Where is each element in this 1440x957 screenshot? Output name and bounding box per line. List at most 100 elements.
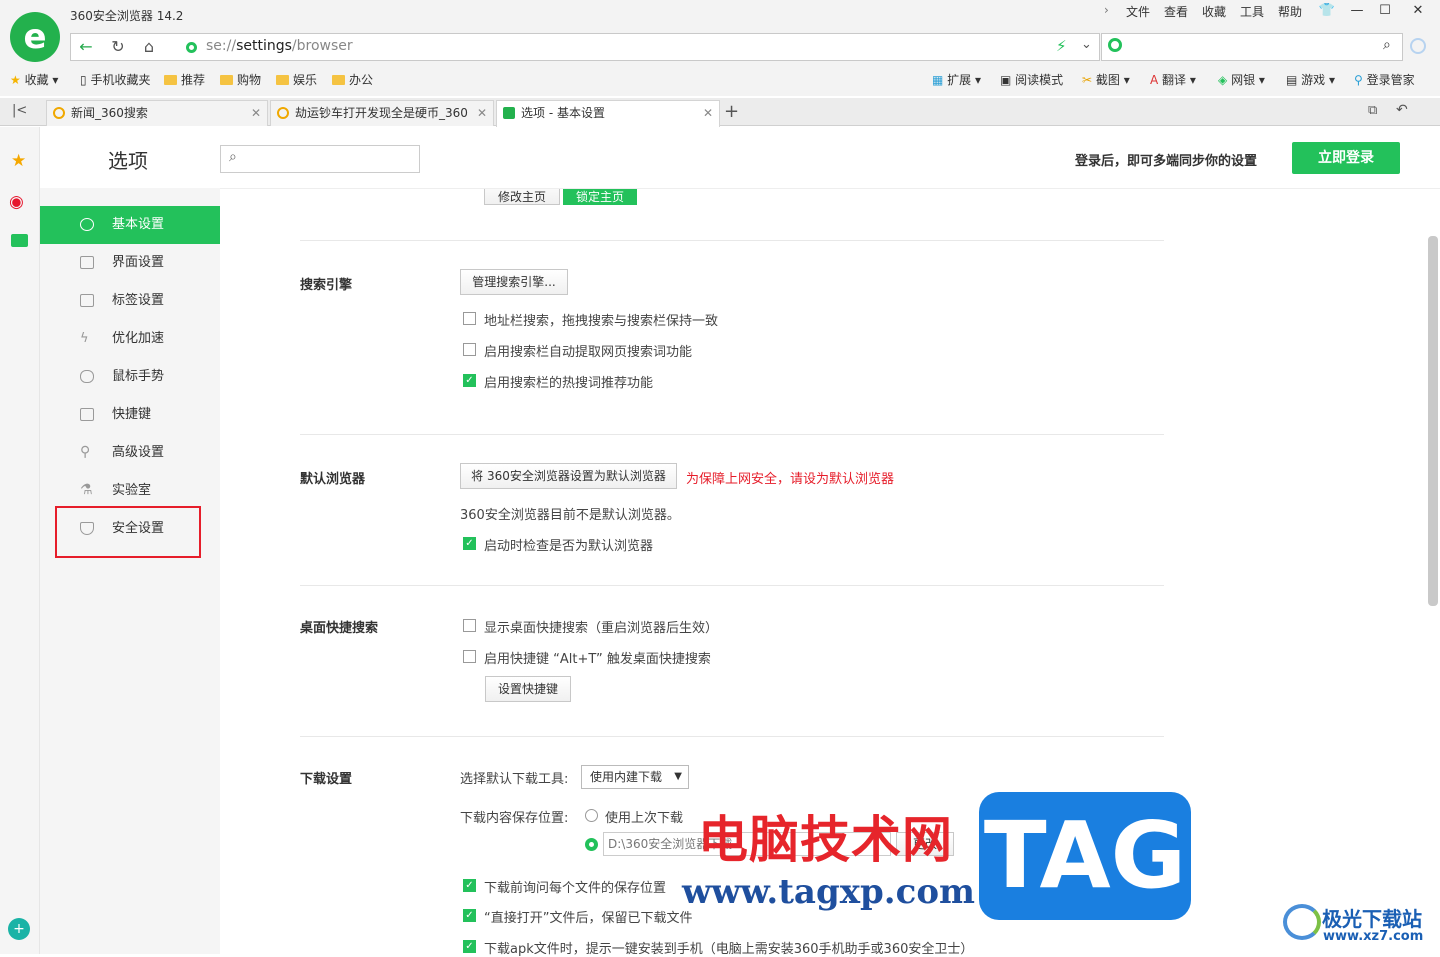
undo-close-icon[interactable]: ↶ — [1396, 102, 1408, 118]
bookmark-folder[interactable]: 办公 — [332, 71, 373, 88]
skin-icon[interactable]: 👕 — [1314, 2, 1340, 20]
radio-label: 使用上次下载 — [605, 811, 684, 826]
checkbox[interactable] — [463, 650, 476, 663]
shield-icon: ◈ — [1218, 73, 1228, 87]
sidebar-item-label: 快捷键 — [112, 407, 152, 422]
login-button[interactable]: 立即登录 — [1292, 142, 1400, 174]
bookmark-mobile[interactable]: ▯ 手机收藏夹 — [80, 71, 150, 88]
close-window-button[interactable]: ✕ — [1405, 2, 1431, 20]
search-engine-icon[interactable] — [1108, 38, 1122, 52]
menu-view[interactable]: 查看 — [1164, 3, 1188, 20]
menu-file[interactable]: 文件 — [1126, 3, 1150, 20]
wrench-icon: ⚲ — [80, 444, 91, 460]
checkbox[interactable] — [463, 619, 476, 632]
home-icon[interactable]: ⌂ — [137, 36, 161, 58]
set-default-browser-button[interactable]: 将 360安全浏览器设置为默认浏览器 — [460, 463, 677, 489]
sidebar-item-label: 界面设置 — [112, 255, 165, 270]
bookmark-folder[interactable]: 购物 — [220, 71, 261, 88]
scrollbar[interactable] — [1428, 236, 1438, 606]
section-title: 默认浏览器 — [300, 472, 366, 487]
download-tool-select[interactable]: 使用内建下载 ▼ — [581, 765, 689, 789]
search-input[interactable] — [1101, 33, 1403, 61]
menu-favorites[interactable]: 收藏 — [1202, 3, 1226, 20]
search-tab-icon — [277, 107, 289, 119]
extensions-button[interactable]: ▦ 扩展 ▾ — [932, 71, 981, 88]
favorites-star-icon[interactable]: ★ — [11, 151, 26, 171]
reload-icon[interactable]: ↻ — [106, 36, 130, 58]
close-tab-icon[interactable]: ✕ — [251, 101, 261, 125]
checkbox[interactable] — [463, 312, 476, 325]
chevron-down-icon[interactable]: ⌄ — [1081, 37, 1092, 52]
folder-icon — [220, 75, 233, 85]
maximize-button[interactable]: ☐ — [1372, 2, 1398, 20]
sidebar-item-mouse[interactable]: 鼠标手势 — [40, 358, 220, 396]
tab-icon — [80, 294, 94, 307]
mail-icon[interactable] — [11, 234, 28, 247]
watermark-jg-logo-icon — [1283, 904, 1321, 940]
checkbox-checked[interactable]: ✓ — [463, 374, 476, 387]
mouse-icon — [80, 370, 94, 383]
checkbox-checked[interactable]: ✓ — [463, 909, 476, 922]
tab-article[interactable]: 劫运钞车打开发现全是硬币_360 ✕ — [270, 100, 494, 126]
chevron-right-icon[interactable]: › — [1104, 3, 1109, 17]
checkbox-checked[interactable]: ✓ — [463, 879, 476, 892]
menu-help[interactable]: 帮助 — [1278, 3, 1302, 20]
bank-button[interactable]: ◈ 网银 ▾ — [1218, 71, 1265, 88]
dropdown-arrow-icon: ▼ — [674, 771, 682, 782]
menu-tools[interactable]: 工具 — [1240, 3, 1264, 20]
checkbox-checked[interactable]: ✓ — [463, 537, 476, 550]
sidebar-item-basic[interactable]: 基本设置 — [40, 206, 220, 244]
sidebar-item-tabs[interactable]: 标签设置 — [40, 282, 220, 320]
close-tab-icon[interactable]: ✕ — [703, 101, 713, 125]
options-search-input[interactable]: ⌕ — [220, 145, 420, 173]
modify-homepage-button[interactable]: 修改主页 — [484, 189, 560, 205]
bookmark-folder[interactable]: 推荐 — [164, 71, 205, 88]
set-hotkey-button[interactable]: 设置快捷键 — [485, 676, 571, 702]
checkbox-checked[interactable]: ✓ — [463, 940, 476, 953]
section-title: 搜索引擎 — [300, 278, 353, 293]
close-tab-icon[interactable]: ✕ — [472, 101, 487, 125]
weibo-icon[interactable]: ◉ — [9, 192, 24, 212]
sidebar-item-interface[interactable]: 界面设置 — [40, 244, 220, 282]
sidebar-item-label: 标签设置 — [112, 293, 165, 308]
lock-homepage-button[interactable]: 锁定主页 — [563, 189, 637, 205]
address-url[interactable]: se://settings/browser — [206, 38, 353, 54]
favorites-button[interactable]: ★ 收藏 ▾ — [10, 71, 58, 88]
tab-news[interactable]: 新闻_360搜索 ✕ — [46, 100, 268, 126]
translate-button[interactable]: A 翻译 ▾ — [1150, 71, 1196, 88]
extensions-icon: ▦ — [932, 73, 944, 87]
radio-button-selected[interactable] — [585, 838, 598, 851]
back-icon[interactable]: ← — [74, 36, 98, 58]
folder-icon — [276, 75, 289, 85]
login-manager-button[interactable]: ⚲ 登录管家 — [1354, 71, 1415, 88]
folder-icon — [164, 75, 177, 85]
radio-button[interactable] — [585, 809, 598, 822]
minimize-button[interactable]: — — [1344, 2, 1370, 20]
manage-search-engines-button[interactable]: 管理搜索引擎... — [460, 269, 568, 295]
new-tab-icon[interactable]: + — [724, 101, 739, 122]
collapse-sidebar-icon[interactable]: |< — [12, 103, 27, 118]
sidebar-item-label: 实验室 — [112, 483, 152, 498]
tab-list-icon[interactable]: ⧉ — [1368, 103, 1377, 118]
sidebar-item-optimize[interactable]: ϟ 优化加速 — [40, 320, 220, 358]
sidebar-item-shortcuts[interactable]: 快捷键 — [40, 396, 220, 434]
screenshot-button[interactable]: ✂ 截图 ▾ — [1082, 71, 1130, 88]
translate-icon: A — [1150, 73, 1159, 87]
section-title: 下载设置 — [300, 772, 353, 787]
sidebar-item-advanced[interactable]: ⚲ 高级设置 — [40, 434, 220, 472]
reader-mode-button[interactable]: ▣ 阅读模式 — [1000, 71, 1063, 88]
tab-settings[interactable]: 选项 - 基本设置 ✕ — [496, 100, 720, 127]
sidebar-item-label: 高级设置 — [112, 445, 165, 460]
bookmark-folder[interactable]: 娱乐 — [276, 71, 317, 88]
save-location-label: 下载内容保存位置: — [460, 811, 569, 826]
checkbox-label: 启用快捷键 “Alt+T” 触发桌面快捷搜索 — [484, 652, 711, 667]
sidebar-item-lab[interactable]: ⚗ 实验室 — [40, 472, 220, 510]
plus-service-icon[interactable]: + — [8, 918, 30, 940]
sync-icon[interactable] — [1410, 38, 1426, 54]
section-divider — [300, 240, 1164, 241]
search-icon[interactable]: ⌕ — [1383, 37, 1391, 53]
speed-icon[interactable]: ⚡ — [1056, 37, 1067, 55]
folder-icon — [332, 75, 345, 85]
games-button[interactable]: ▤ 游戏 ▾ — [1286, 71, 1335, 88]
checkbox[interactable] — [463, 343, 476, 356]
